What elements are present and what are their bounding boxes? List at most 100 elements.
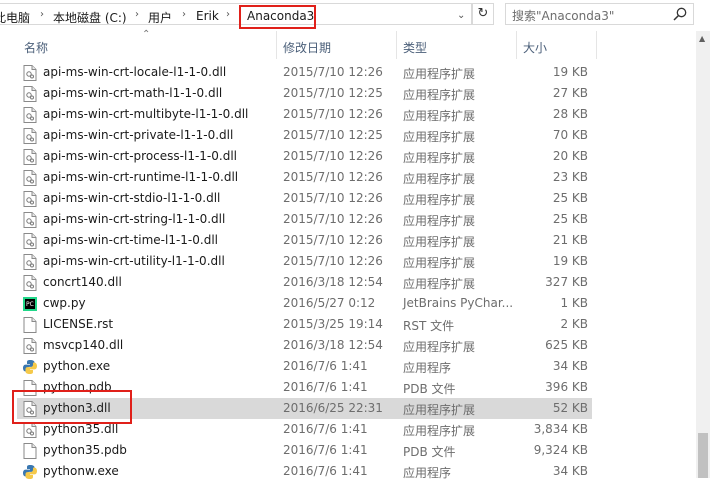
file-name: api-ms-win-crt-string-l1-1-0.dll — [43, 212, 226, 226]
blank-file-icon — [23, 317, 37, 333]
file-modified: 2016/3/18 12:54 — [283, 338, 383, 352]
file-name: cwp.py — [43, 296, 86, 310]
file-modified: 2016/5/27 0:12 — [283, 296, 376, 310]
file-row[interactable]: api-ms-win-crt-utility-l1-1-0.dll 2015/7/… — [17, 251, 592, 272]
file-size: 28 KB — [552, 107, 588, 121]
file-size: 25 KB — [552, 191, 588, 205]
vertical-scrollbar[interactable]: ▲ — [696, 31, 710, 478]
file-row[interactable]: api-ms-win-crt-time-l1-1-0.dll 2015/7/10 … — [17, 230, 592, 251]
column-divider[interactable] — [596, 31, 597, 59]
file-type: RST 文件 — [403, 319, 455, 333]
file-name: concrt140.dll — [43, 275, 122, 289]
file-row[interactable]: PC cwp.py 2016/5/27 0:12 JetBrains PyChar..… — [17, 293, 592, 314]
file-row[interactable]: concrt140.dll 2016/3/18 12:54 应用程序扩展 327 KB — [17, 272, 592, 293]
refresh-icon: ↻ — [477, 6, 489, 21]
breadcrumb-local-disk[interactable]: 本地磁盘 (C:) — [53, 9, 127, 26]
refresh-button[interactable]: ↻ — [472, 3, 494, 25]
address-dropdown-icon[interactable]: ⌄ — [457, 10, 465, 21]
scrollbar-thumb[interactable] — [698, 433, 708, 478]
file-name: api-ms-win-crt-locale-l1-1-0.dll — [43, 65, 227, 79]
column-type[interactable]: 类型 — [403, 39, 427, 56]
breadcrumb-separator-icon[interactable]: › — [40, 9, 44, 20]
column-divider[interactable] — [516, 31, 517, 59]
column-divider[interactable] — [276, 31, 277, 59]
file-size: 9,324 KB — [533, 443, 588, 457]
file-size: 19 KB — [552, 254, 588, 268]
breadcrumb-current-highlight[interactable]: Anaconda3 — [239, 5, 316, 29]
breadcrumb-separator-icon[interactable]: › — [135, 9, 139, 20]
breadcrumb-erik[interactable]: Erik — [196, 9, 219, 23]
file-modified: 2015/7/10 12:25 — [283, 128, 383, 142]
dll-icon — [23, 422, 37, 438]
file-row[interactable]: msvcp140.dll 2016/3/18 12:54 应用程序扩展 625 KB — [17, 335, 592, 356]
breadcrumb-separator-icon[interactable]: › — [226, 9, 230, 20]
file-name: api-ms-win-crt-runtime-l1-1-0.dll — [43, 170, 239, 184]
file-modified: 2015/7/10 12:26 — [283, 170, 383, 184]
file-type: 应用程序扩展 — [403, 67, 476, 81]
file-size: 1 KB — [560, 296, 588, 310]
column-modified[interactable]: 修改日期 — [283, 39, 331, 56]
file-type: 应用程序扩展 — [403, 340, 476, 354]
file-row[interactable]: pythonw.exe 2016/7/6 1:41 应用程序 34 KB — [17, 461, 592, 482]
file-row[interactable]: python35.pdb 2016/7/6 1:41 PDB 文件 9,324 KB — [17, 440, 592, 461]
file-row[interactable]: LICENSE.rst 2015/3/25 19:14 RST 文件 2 KB — [17, 314, 592, 335]
file-row[interactable]: api-ms-win-crt-stdio-l1-1-0.dll 2015/7/10… — [17, 188, 592, 209]
file-row[interactable]: api-ms-win-crt-locale-l1-1-0.dll 2015/7/1… — [17, 62, 592, 83]
scroll-up-icon[interactable]: ▲ — [699, 34, 705, 43]
file-size: 25 KB — [552, 212, 588, 226]
breadcrumb-separator-icon[interactable]: › — [182, 9, 186, 20]
file-modified: 2016/7/6 1:41 — [283, 422, 368, 436]
search-placeholder[interactable]: 搜索"Anaconda3" — [512, 7, 614, 24]
file-type: PDB 文件 — [403, 445, 456, 459]
search-icon[interactable] — [672, 6, 688, 22]
dll-icon — [23, 86, 37, 102]
breadcrumb-users[interactable]: 用户 — [148, 9, 172, 26]
file-type: 应用程序扩展 — [403, 88, 476, 102]
file-type: 应用程序扩展 — [403, 256, 476, 270]
file-name: api-ms-win-crt-private-l1-1-0.dll — [43, 128, 234, 142]
file-row[interactable]: api-ms-win-crt-private-l1-1-0.dll 2015/7/… — [17, 125, 592, 146]
file-type: 应用程序 — [403, 361, 452, 375]
file-type: 应用程序扩展 — [403, 151, 476, 165]
file-row[interactable]: api-ms-win-crt-math-l1-1-0.dll 2015/7/10 … — [17, 83, 592, 104]
file-name: LICENSE.rst — [43, 317, 114, 331]
file-modified: 2015/7/10 12:26 — [283, 233, 383, 247]
dll-icon — [23, 170, 37, 186]
file-modified: 2015/3/25 19:14 — [283, 317, 383, 331]
file-name: python35.pdb — [43, 443, 127, 457]
file-name: python.exe — [43, 359, 111, 373]
file-type: 应用程序扩展 — [403, 193, 476, 207]
breadcrumb-this-pc[interactable]: 此电脑 — [0, 9, 30, 26]
file-name: api-ms-win-crt-process-l1-1-0.dll — [43, 149, 237, 163]
file-name: api-ms-win-crt-time-l1-1-0.dll — [43, 233, 218, 247]
address-bar: 此电脑 › 本地磁盘 (C:) › 用户 › Erik › Anaconda3 … — [0, 0, 710, 29]
file-row[interactable]: api-ms-win-crt-runtime-l1-1-0.dll 2015/7/… — [17, 167, 592, 188]
file-modified: 2016/7/6 1:41 — [283, 443, 368, 457]
file-type: 应用程序扩展 — [403, 109, 476, 123]
svg-text:PC: PC — [26, 301, 34, 308]
python3-highlight-box — [12, 390, 132, 424]
file-type: JetBrains PyChar... — [403, 296, 514, 310]
blank-file-icon — [23, 443, 37, 459]
file-row[interactable]: api-ms-win-crt-multibyte-l1-1-0.dll 2015/… — [17, 104, 592, 125]
dll-icon — [23, 275, 37, 291]
column-divider[interactable] — [396, 31, 397, 59]
file-modified: 2015/7/10 12:25 — [283, 86, 383, 100]
column-name[interactable]: 名称 — [24, 39, 48, 56]
file-type: 应用程序扩展 — [403, 214, 476, 228]
file-row[interactable]: api-ms-win-crt-process-l1-1-0.dll 2015/7/… — [17, 146, 592, 167]
column-size[interactable]: 大小 — [523, 39, 547, 56]
file-size: 70 KB — [552, 128, 588, 142]
file-row[interactable]: python.exe 2016/7/6 1:41 应用程序 34 KB — [17, 356, 592, 377]
file-size: 396 KB — [545, 380, 588, 394]
file-type: PDB 文件 — [403, 382, 456, 396]
dll-icon — [23, 233, 37, 249]
sort-ascending-icon: ⌃ — [142, 29, 151, 40]
breadcrumb-anaconda3[interactable]: Anaconda3 — [247, 9, 314, 23]
file-size: 625 KB — [545, 338, 588, 352]
file-row[interactable]: api-ms-win-crt-string-l1-1-0.dll 2015/7/1… — [17, 209, 592, 230]
file-name: api-ms-win-crt-stdio-l1-1-0.dll — [43, 191, 221, 205]
breadcrumb[interactable]: 此电脑 › 本地磁盘 (C:) › 用户 › Erik › Anaconda3 … — [0, 3, 472, 29]
file-modified: 2015/7/10 12:26 — [283, 65, 383, 79]
search-box[interactable]: 搜索"Anaconda3" — [505, 3, 694, 25]
